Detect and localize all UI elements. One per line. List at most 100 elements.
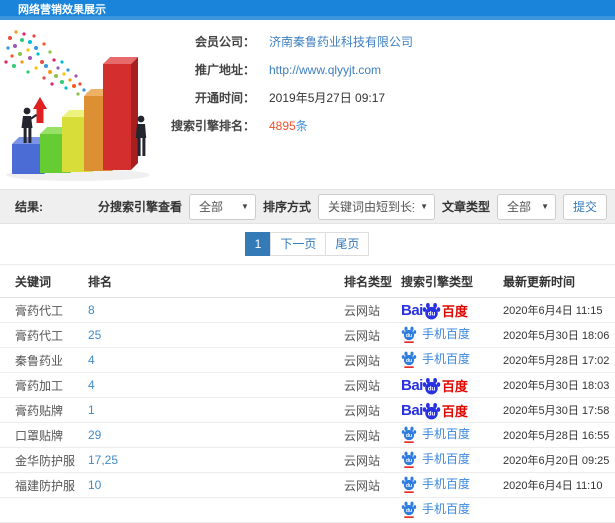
baidu-mobile-label: 手机百度 <box>422 352 471 366</box>
article-type-label: 文章类型 <box>441 200 490 214</box>
company-info: 会员公司： 济南秦鲁药业科技有限公司 推广地址： http://www.qlyy… <box>155 34 413 146</box>
baidu-mobile-paw-icon: du <box>401 476 417 493</box>
updated-time-cell: 2020年5月30日 18:06 <box>503 330 610 342</box>
rank-type-cell: 云网站 <box>344 428 381 443</box>
promo-url-label: 推广地址： <box>194 63 255 77</box>
keyword-cell: 口罩贴牌 <box>15 428 64 443</box>
table-row: du 手机百度 <box>0 497 615 523</box>
promo-url-link[interactable]: http://www.qlyyjt.com <box>269 63 381 77</box>
rank-link[interactable]: 25 <box>88 328 101 342</box>
baidu-mobile-label: 手机百度 <box>422 502 471 516</box>
table-row: 膏药加工 4 云网站 Bai du 百度 2020年5月30日 18:03 <box>0 372 615 398</box>
baidu-du-text: du <box>428 310 436 317</box>
header-engine-type: 搜索引擎类型 <box>401 264 503 298</box>
article-type-select[interactable]: 全部 ▼ <box>497 193 556 220</box>
rank-type-cell: 云网站 <box>344 328 381 343</box>
keyword-cell: 膏药代工 <box>15 303 64 318</box>
baidu-paw-icon: du <box>422 302 441 319</box>
baidu-du-text: du <box>428 385 436 392</box>
rank-count: 4895 <box>269 118 296 133</box>
baidu-mobile-du-text: du <box>406 507 412 513</box>
baidu-paw-icon: du <box>422 402 441 419</box>
growth-bar-chart-illustration <box>4 30 150 181</box>
header-keyword: 关键词 <box>0 264 88 298</box>
updated-time-cell: 2020年5月28日 17:02 <box>503 355 610 367</box>
baidu-mobile-logo: du 手机百度 <box>401 475 470 493</box>
table-row: 福建防护服 10 云网站 du 手机百度 2020年6月4日 11:10 <box>0 472 615 498</box>
baidu-mobile-paw-icon: du <box>401 351 417 368</box>
rank-link[interactable]: 4 <box>88 353 95 367</box>
baidu-mobile-logo: du 手机百度 <box>401 500 470 518</box>
engine-rank-label: 搜索引擎排名： <box>170 119 255 133</box>
header-updated-time: 最新更新时间 <box>503 264 615 298</box>
baidu-mobile-label: 手机百度 <box>422 427 471 441</box>
baidu-du-text: du <box>428 410 436 417</box>
baidu-mobile-du-text: du <box>406 357 412 363</box>
article-type-value: 全部 <box>507 200 532 214</box>
updated-time-cell: 2020年6月20日 09:25 <box>503 455 610 467</box>
company-link[interactable]: 济南秦鲁药业科技有限公司 <box>269 33 413 50</box>
filter-controls: 分搜索引擎查看 全部 ▼ 排序方式 关键词由短到长排序 ▼ 文章类型 全部 ▼ … <box>98 193 607 220</box>
open-time-row: 开通时间： 2019年5月27日 09:17 <box>155 90 413 105</box>
rank-type-cell: 云网站 <box>344 353 381 368</box>
table-row: 膏药贴牌 1 云网站 Bai du 百度 2020年5月30日 17:58 <box>0 397 615 423</box>
baidu-mobile-paw-icon: du <box>401 501 417 518</box>
page-title: 网络营销效果展示 <box>18 4 106 16</box>
rank-link[interactable]: 29 <box>88 428 101 442</box>
table-row: 膏药代工 8 云网站 Bai du 百度 2020年6月4日 11:15 <box>0 297 615 323</box>
chevron-down-icon: ▼ <box>541 202 549 211</box>
rank-count-unit[interactable]: 条 <box>296 117 308 134</box>
baidu-mobile-paw-icon: du <box>401 326 417 343</box>
header-rank: 排名 <box>88 264 344 298</box>
up-arrow-icon <box>33 97 47 123</box>
pagination-area: 1 下一页 尾页 <box>0 224 615 264</box>
baidu-bai-text: Bai <box>401 301 423 319</box>
filter-bar: 结果: 分搜索引擎查看 全部 ▼ 排序方式 关键词由短到长排序 ▼ 文章类型 全… <box>0 189 615 224</box>
last-page-button[interactable]: 尾页 <box>325 232 370 256</box>
engine-rank-row: 搜索引擎排名： 4895 条 <box>155 117 413 134</box>
engine-filter-value: 全部 <box>198 200 223 214</box>
baidu-mobile-label: 手机百度 <box>422 452 471 466</box>
next-page-button[interactable]: 下一页 <box>270 232 327 256</box>
rank-link[interactable]: 10 <box>88 478 101 492</box>
sort-filter-label: 排序方式 <box>262 200 311 214</box>
baidu-mobile-logo: du 手机百度 <box>401 325 470 343</box>
baidu-mobile-paw-icon: du <box>401 451 417 468</box>
baidu-logo: Bai du 百度 <box>401 301 468 320</box>
engine-filter-select[interactable]: 全部 ▼ <box>188 193 256 220</box>
sort-filter-select[interactable]: 关键词由短到长排序 ▼ <box>317 193 435 220</box>
page-header: 网络营销效果展示 <box>0 0 615 20</box>
rank-link[interactable]: 8 <box>88 303 95 317</box>
top-section: 会员公司： 济南秦鲁药业科技有限公司 推广地址： http://www.qlyy… <box>0 20 615 189</box>
keyword-cell: 金华防护服 <box>15 453 76 468</box>
updated-time-cell: 2020年5月28日 16:55 <box>503 430 610 442</box>
chevron-down-icon: ▼ <box>420 202 428 211</box>
updated-time-cell: 2020年5月30日 17:58 <box>503 405 610 417</box>
table-row: 金华防护服 17,25 云网站 du 手机百度 2020年6月20日 09:25 <box>0 447 615 473</box>
submit-button[interactable]: 提交 <box>563 193 607 220</box>
baidu-bai-text: Bai <box>401 401 423 419</box>
pagination: 1 下一页 尾页 <box>244 232 370 256</box>
baidu-cn-text: 百度 <box>441 378 468 394</box>
baidu-mobile-logo: du 手机百度 <box>401 450 470 468</box>
baidu-bai-text: Bai <box>401 376 423 394</box>
baidu-paw-icon: du <box>422 377 441 394</box>
company-label: 会员公司： <box>194 35 255 49</box>
confetti-dots <box>4 30 94 100</box>
updated-time-cell: 2020年6月4日 11:15 <box>503 305 603 317</box>
open-time-label: 开通时间： <box>194 91 255 105</box>
keyword-cell: 膏药代工 <box>15 328 64 343</box>
page-1-button[interactable]: 1 <box>244 232 272 256</box>
baidu-mobile-paw-icon: du <box>401 426 417 443</box>
keyword-cell: 膏药贴牌 <box>15 403 64 418</box>
rank-type-cell: 云网站 <box>344 478 381 493</box>
table-row: 口罩贴牌 29 云网站 du 手机百度 2020年5月28日 16:55 <box>0 422 615 448</box>
rank-type-cell: 云网站 <box>344 303 381 318</box>
rank-link[interactable]: 17,25 <box>88 453 118 467</box>
rank-link[interactable]: 4 <box>88 378 95 392</box>
baidu-cn-text: 百度 <box>441 403 468 419</box>
rank-type-cell: 云网站 <box>344 403 381 418</box>
rank-link[interactable]: 1 <box>88 403 95 417</box>
header-rank-type: 排名类型 <box>344 264 401 298</box>
baidu-mobile-du-text: du <box>406 482 412 488</box>
